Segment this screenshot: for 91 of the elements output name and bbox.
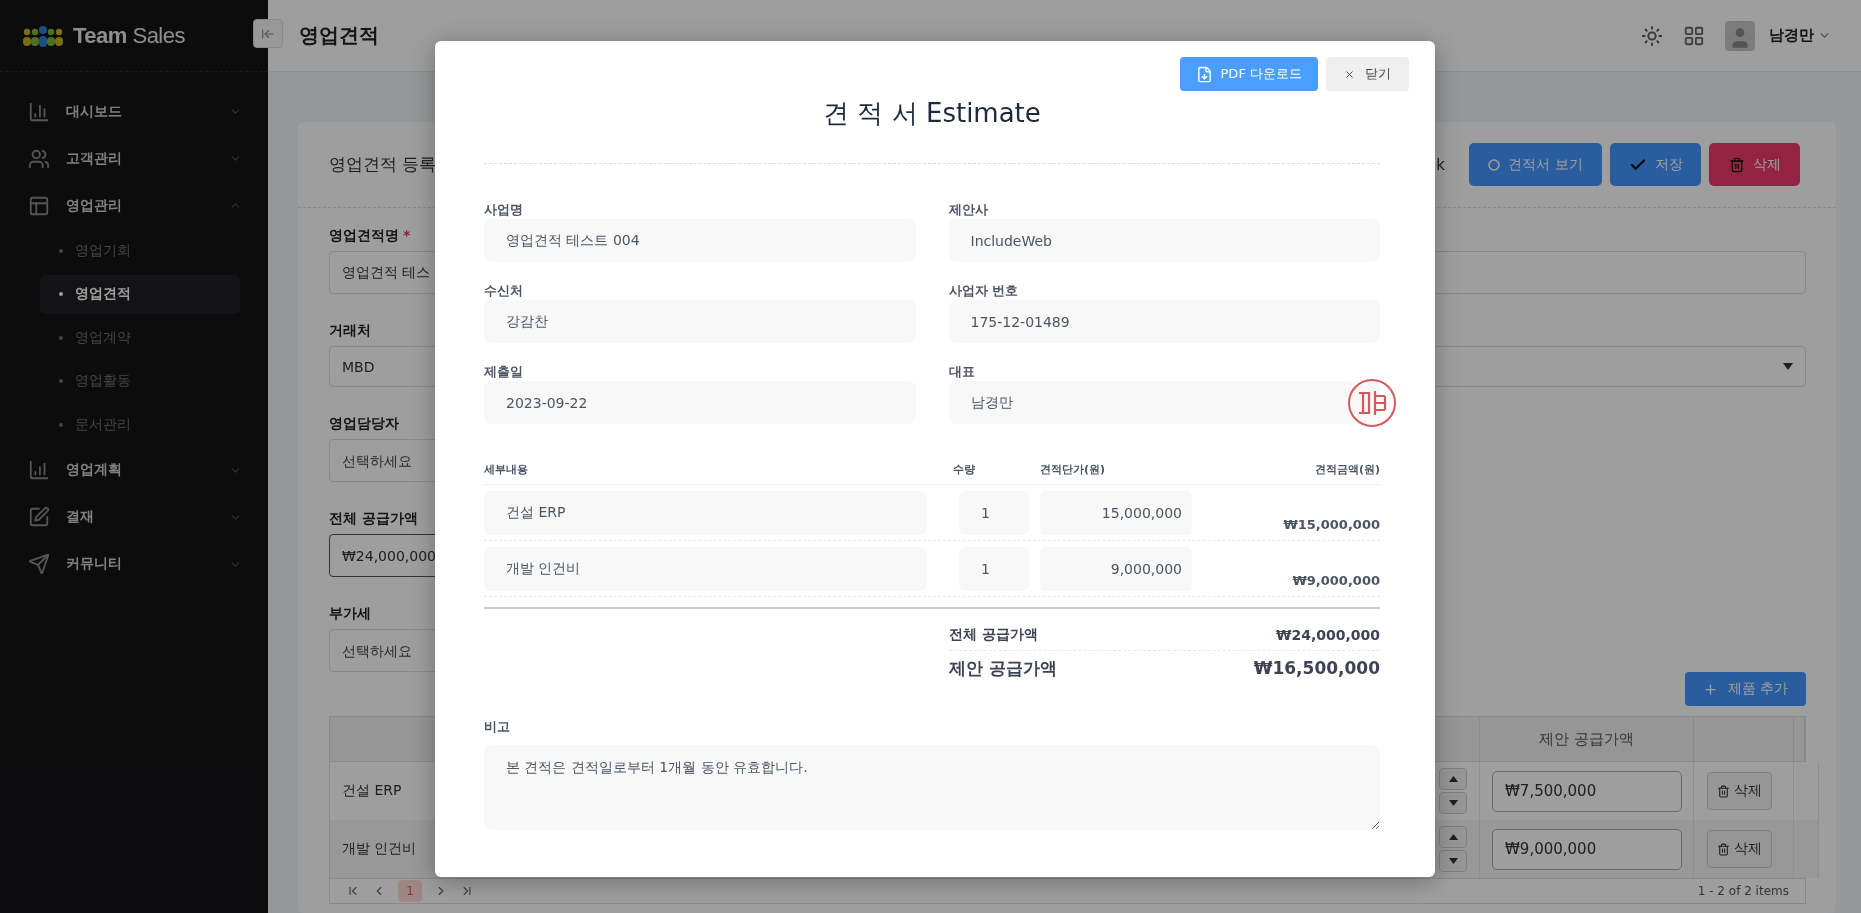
- field-label: 영업견적명: [329, 226, 399, 244]
- caret-up-icon: [1448, 776, 1458, 782]
- sidebar-item[interactable]: 커뮤니티: [0, 540, 268, 588]
- collapse-sidebar-button[interactable]: [253, 19, 283, 48]
- remarks-field[interactable]: 본 견적은 견적일로부터 1개월 동안 유효합니다.: [484, 745, 1380, 830]
- total-label: 제안 공급가액: [949, 656, 1057, 680]
- field-label: 부가세: [329, 604, 371, 622]
- card-title: 영업견적 등록: [329, 153, 438, 176]
- field-label: 제안사: [948, 201, 989, 219]
- amount-text: ₩15,000,000: [1283, 517, 1380, 532]
- increment-button[interactable]: [1439, 768, 1467, 790]
- edit-icon: [28, 506, 50, 528]
- unit-price-field: 15,000,000: [1040, 491, 1192, 535]
- back-link[interactable]: k: [1436, 155, 1445, 174]
- layout-icon: [28, 194, 50, 217]
- info-field: 영업견적 테스트 004: [484, 219, 916, 262]
- field-label: 사업자 번호: [948, 282, 1020, 300]
- dialog-title: 견 적 서 Estimate: [823, 97, 1041, 130]
- column-header: 세부내용: [484, 462, 529, 477]
- close-icon: [1344, 68, 1355, 80]
- field-label: 거래처: [329, 321, 371, 339]
- sidebar-item[interactable]: 결재: [0, 493, 268, 541]
- last-page-icon[interactable]: [460, 884, 474, 898]
- delete-row-button[interactable]: 삭제: [1707, 830, 1772, 868]
- field-label: 제출일: [484, 363, 524, 381]
- info-field: 2023-09-22: [484, 381, 916, 424]
- bar-chart-icon: [28, 100, 50, 123]
- user-name[interactable]: 남경만: [1769, 26, 1814, 45]
- decrement-button[interactable]: [1439, 850, 1467, 872]
- column-header: 제안 공급가액: [1480, 717, 1694, 762]
- people-icon: [28, 147, 50, 170]
- caret-down-icon: [1783, 363, 1793, 370]
- amount-text: ₩9,000,000: [1292, 573, 1380, 588]
- sidebar-item[interactable]: 영업계획: [0, 446, 268, 494]
- first-page-icon[interactable]: [346, 884, 360, 898]
- increment-button[interactable]: [1439, 826, 1467, 848]
- sidebar-item[interactable]: 대시보드: [0, 88, 268, 135]
- page-title: 영업견적: [299, 22, 380, 49]
- sidebar-subitem[interactable]: 영업견적: [40, 274, 240, 314]
- trash-icon: [1717, 784, 1730, 798]
- trash-icon: [1717, 842, 1730, 856]
- trash-icon: [1728, 156, 1745, 173]
- column-header: 견적금액(원): [1314, 462, 1380, 477]
- rising-chart-icon: [28, 459, 50, 481]
- logo-icon: [23, 24, 63, 47]
- info-field: 강감찬: [484, 300, 916, 343]
- field-label: 사업명: [484, 201, 524, 219]
- column-header: 수량: [953, 462, 976, 477]
- view-estimate-button[interactable]: 견적서 보기: [1469, 143, 1602, 186]
- price-field[interactable]: ₩7,500,000: [1492, 770, 1682, 812]
- quantity-field: 1: [959, 491, 1029, 535]
- seal-icon: [1347, 377, 1397, 428]
- sidebar-item[interactable]: 영업관리: [0, 182, 268, 229]
- field-label: 영업담당자: [329, 414, 399, 432]
- total-value: ₩24,000,000: [1276, 626, 1380, 643]
- caret-down-icon: [1448, 858, 1458, 864]
- file-download-icon: [1195, 65, 1213, 83]
- delete-row-button[interactable]: 삭제: [1707, 772, 1772, 810]
- brand-name: Team Sales: [73, 22, 185, 49]
- field-label: 수신처: [484, 282, 524, 300]
- avatar[interactable]: [1725, 20, 1755, 51]
- pdf-download-button[interactable]: PDF 다운로드: [1179, 57, 1318, 91]
- circle-icon: [1488, 158, 1501, 171]
- close-button[interactable]: 닫기: [1326, 57, 1409, 91]
- sun-icon[interactable]: [1641, 24, 1663, 47]
- column-header: 견적단가(원): [1040, 462, 1107, 477]
- sidebar-item[interactable]: 고객관리: [0, 135, 268, 182]
- save-button[interactable]: 저장: [1610, 143, 1701, 186]
- description-field: 건설 ERP: [484, 491, 926, 535]
- field-label: 비고: [484, 718, 511, 736]
- add-product-button[interactable]: 제품 추가: [1684, 672, 1806, 706]
- decrement-button[interactable]: [1439, 792, 1467, 814]
- caret-down-icon: [1448, 800, 1458, 806]
- pagination-summary: 1 - 2 of 2 items: [1697, 884, 1789, 898]
- price-field[interactable]: ₩9,000,000: [1492, 828, 1682, 870]
- info-field: IncludeWeb: [948, 219, 1380, 262]
- delete-button[interactable]: 삭제: [1709, 143, 1800, 186]
- arrow-left-icon: [261, 26, 275, 41]
- plus-icon: [1702, 681, 1718, 697]
- paper-plane-icon: [28, 553, 50, 575]
- required-mark: *: [403, 226, 411, 244]
- total-value: ₩16,500,000: [1253, 658, 1380, 678]
- description-field: 개발 인건비: [484, 547, 926, 591]
- field-label: 전체 공급가액: [329, 509, 418, 527]
- unit-price-field: 9,000,000: [1040, 547, 1192, 591]
- total-label: 전체 공급가액: [949, 625, 1038, 644]
- quantity-field: 1: [959, 547, 1029, 591]
- field-label: 대표: [948, 363, 976, 381]
- grid-icon[interactable]: [1683, 24, 1705, 47]
- info-field: 175-12-01489: [948, 300, 1380, 343]
- caret-up-icon: [1448, 834, 1458, 840]
